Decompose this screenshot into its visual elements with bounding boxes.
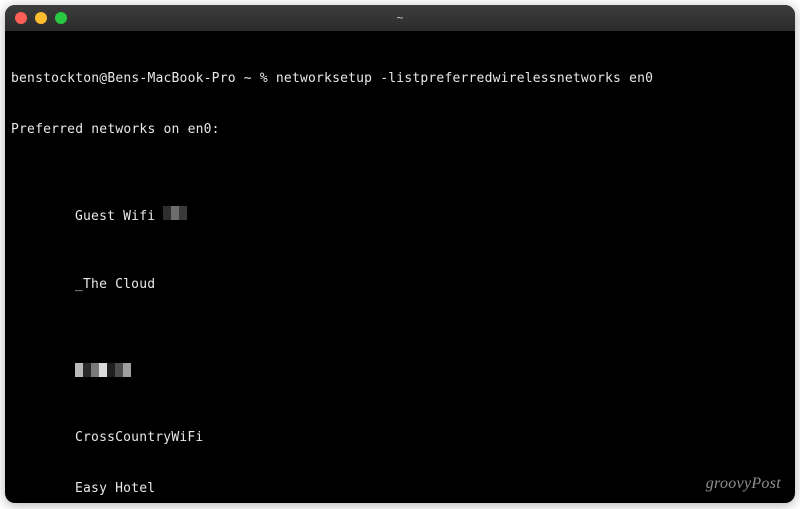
terminal-body[interactable]: benstockton@Bens-MacBook-Pro ~ % network…: [5, 32, 795, 503]
redacted-row: [11, 361, 789, 378]
zoom-icon[interactable]: [55, 12, 67, 24]
output-header: Preferred networks on en0:: [11, 121, 789, 138]
network-name: Easy Hotel: [75, 481, 155, 496]
network-item: CrossCountryWiFi: [11, 429, 789, 446]
prompt-line-1: benstockton@Bens-MacBook-Pro ~ % network…: [11, 70, 789, 87]
traffic-lights: [5, 12, 67, 24]
network-item: Easy Hotel: [11, 480, 789, 497]
redacted-block: [163, 206, 187, 220]
window-title: ~: [5, 11, 795, 25]
terminal-window: ~ benstockton@Bens-MacBook-Pro ~ % netwo…: [5, 5, 795, 503]
network-item: _The Cloud: [11, 276, 789, 293]
close-icon[interactable]: [15, 12, 27, 24]
titlebar: ~: [5, 5, 795, 32]
prompt-prefix: benstockton@Bens-MacBook-Pro ~ %: [11, 71, 276, 86]
network-name: Guest Wifi: [75, 209, 155, 224]
network-name: _The Cloud: [75, 277, 155, 292]
network-name: CrossCountryWiFi: [75, 430, 203, 445]
command-1: networksetup -listpreferredwirelessnetwo…: [276, 71, 653, 86]
minimize-icon[interactable]: [35, 12, 47, 24]
network-item: Guest Wifi: [11, 206, 789, 225]
